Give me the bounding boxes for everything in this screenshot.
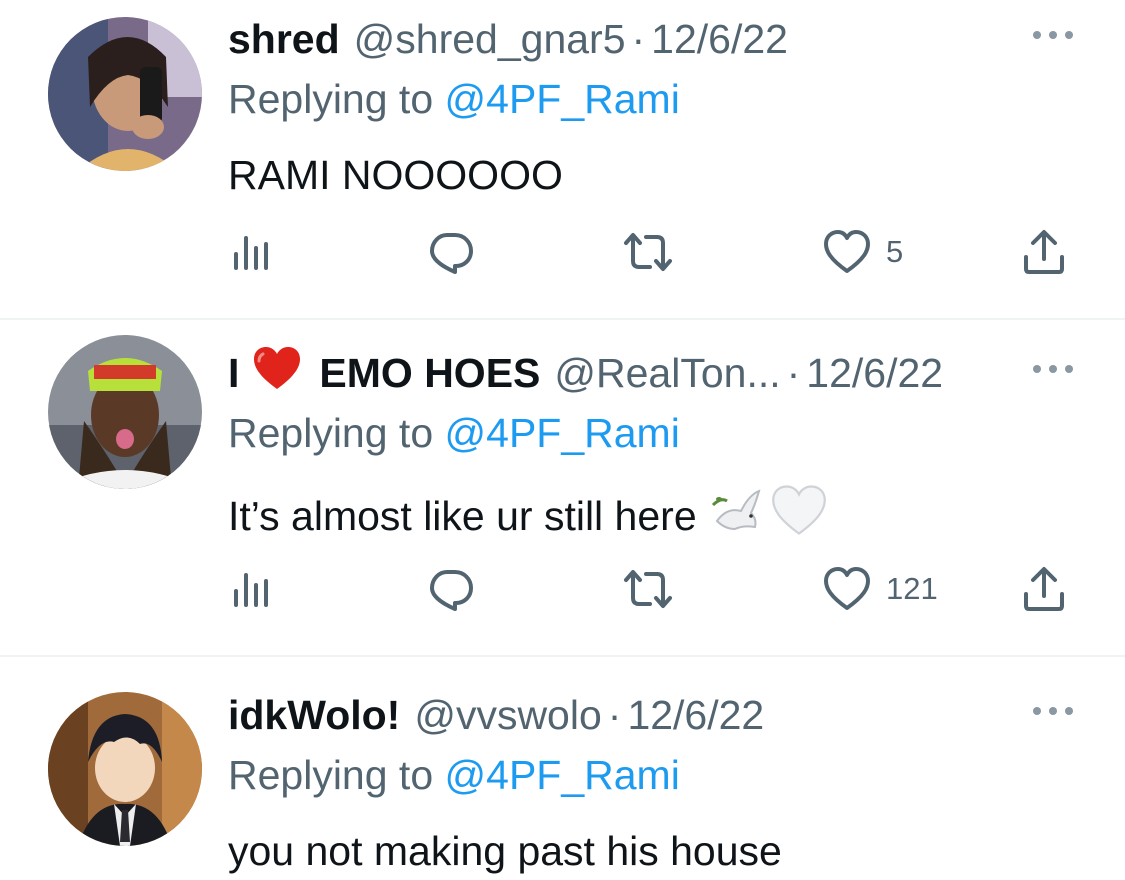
separator-dot: ·	[786, 350, 801, 396]
avatar[interactable]	[48, 335, 202, 489]
heart-icon	[824, 567, 870, 610]
user-handle[interactable]: @RealTon...	[554, 348, 780, 398]
like-button[interactable]: 5	[822, 222, 903, 282]
user-handle[interactable]: @vvswolo	[414, 690, 601, 740]
tweet-date[interactable]: 12/6/22	[651, 14, 788, 64]
share-icon	[1024, 567, 1064, 611]
reply-button[interactable]	[426, 559, 476, 619]
tweet-date[interactable]: 12/6/22	[627, 690, 764, 740]
avatar[interactable]	[48, 692, 202, 846]
action-bar: 121	[228, 559, 1073, 619]
tweet-body: It’s almost like ur still here	[228, 484, 1073, 547]
display-name[interactable]: idkWolo!	[228, 690, 400, 740]
separator-dot: ·	[607, 692, 622, 738]
tweet-header: I EMO HOES @RealTon... · 12/6/22	[228, 346, 1073, 398]
tweet-content: shred @shred_gnar5 · 12/6/22 Replying to…	[228, 14, 1073, 200]
separator-dot: ·	[631, 16, 646, 62]
replying-prefix: Replying to	[228, 410, 445, 456]
views-button[interactable]	[228, 222, 272, 282]
white-heart-icon	[771, 484, 827, 547]
views-icon	[234, 573, 268, 607]
retweet-button[interactable]	[620, 559, 676, 619]
tweet-text: you not making past his house	[228, 828, 782, 874]
replying-to-line: Replying to @4PF_Rami	[228, 408, 1073, 458]
more-icon[interactable]	[1033, 362, 1073, 376]
tweet-content: idkWolo! @vvswolo · 12/6/22 Replying to …	[228, 690, 1073, 876]
display-name[interactable]: I	[228, 348, 239, 398]
display-name[interactable]: shred	[228, 14, 340, 64]
replying-to-link[interactable]: @4PF_Rami	[445, 76, 680, 122]
action-bar: 5	[228, 222, 1073, 282]
replying-prefix: Replying to	[228, 752, 445, 798]
reply-icon	[430, 570, 473, 611]
tweet-content: I EMO HOES @RealTon... · 12/6/22 Replyin…	[228, 346, 1073, 547]
views-button[interactable]	[228, 559, 272, 619]
replying-prefix: Replying to	[228, 76, 445, 122]
replying-to-line: Replying to @4PF_Rami	[228, 74, 1073, 124]
like-count: 5	[886, 234, 904, 269]
tweet-text: It’s almost like ur still here	[228, 492, 697, 539]
replying-to-line: Replying to @4PF_Rami	[228, 750, 1073, 800]
user-handle[interactable]: @shred_gnar5	[354, 14, 626, 64]
more-icon[interactable]	[1033, 704, 1073, 718]
tweet-text: RAMI NOOOOOO	[228, 152, 563, 198]
more-icon[interactable]	[1033, 28, 1073, 42]
reply-icon	[430, 233, 473, 274]
heart-icon	[824, 230, 870, 273]
like-count: 121	[886, 571, 938, 606]
retweet-icon	[624, 570, 672, 608]
replying-to-link[interactable]: @4PF_Rami	[445, 752, 680, 798]
tweet-date[interactable]: 12/6/22	[806, 348, 943, 398]
share-icon	[1024, 230, 1064, 274]
reply-button[interactable]	[426, 222, 476, 282]
tweet-header: shred @shred_gnar5 · 12/6/22	[228, 14, 1073, 64]
share-button[interactable]	[1020, 559, 1068, 619]
avatar[interactable]	[48, 17, 202, 171]
reply-feed: shred @shred_gnar5 · 12/6/22 Replying to…	[0, 0, 1125, 880]
retweet-button[interactable]	[620, 222, 676, 282]
tweet[interactable]: idkWolo! @vvswolo · 12/6/22 Replying to …	[0, 657, 1125, 880]
replying-to-link[interactable]: @4PF_Rami	[445, 410, 680, 456]
share-button[interactable]	[1020, 222, 1068, 282]
red-heart-icon	[251, 345, 303, 402]
retweet-icon	[624, 233, 672, 271]
tweet-header: idkWolo! @vvswolo · 12/6/22	[228, 690, 1073, 740]
display-name-suffix[interactable]: EMO HOES	[319, 348, 540, 398]
like-button[interactable]: 121	[822, 559, 938, 619]
views-icon	[234, 236, 268, 270]
tweet[interactable]: shred @shred_gnar5 · 12/6/22 Replying to…	[0, 0, 1125, 318]
dove-icon	[711, 485, 765, 546]
tweet[interactable]: I EMO HOES @RealTon... · 12/6/22 Replyin…	[0, 319, 1125, 655]
